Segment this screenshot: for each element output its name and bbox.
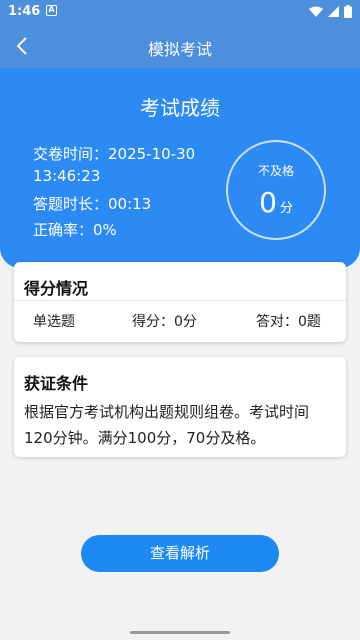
signal-icon — [328, 6, 339, 17]
result-header: 考试成绩 交卷时间：2025-10-30 13:46:23 答题时长：00:13… — [0, 68, 360, 268]
notification-icon: A — [46, 5, 57, 16]
score-summary-card: 得分情况 单选题 得分：0分 答对：0题 — [14, 262, 346, 342]
gesture-nav-handle[interactable] — [130, 631, 230, 634]
score-label: 得分：0分 — [132, 314, 197, 330]
certification-card: 获证条件 根据官方考试机构出题规则组卷。考试时间120分钟。满分100分，70分… — [14, 357, 346, 457]
score-number: 0 — [259, 186, 277, 219]
status-time: 1:46 — [8, 4, 41, 19]
submit-time-clock: 13:46:23 — [33, 167, 101, 185]
cert-card-title: 获证条件 — [24, 374, 89, 393]
answer-duration: 答题时长：00:13 — [33, 195, 152, 213]
correct-count: 答对：0题 — [256, 314, 321, 330]
app-bar: 模拟考试 — [0, 24, 360, 68]
accuracy-rate: 正确率：0% — [33, 221, 117, 239]
page-title: 模拟考试 — [147, 40, 212, 59]
wifi-icon — [309, 6, 323, 17]
score-unit: 分 — [279, 201, 293, 216]
score-card-title: 得分情况 — [24, 279, 89, 298]
status-icons — [309, 5, 352, 18]
battery-icon — [344, 5, 352, 18]
submit-time: 交卷时间：2025-10-30 — [33, 145, 196, 163]
cert-description: 根据官方考试机构出题规则组卷。考试时间120分钟。满分100分，70分及格。 — [24, 403, 310, 447]
divider — [14, 300, 346, 301]
pass-status: 不及格 — [257, 164, 294, 178]
score-display: 0分 — [228, 186, 324, 219]
result-title: 考试成绩 — [140, 96, 220, 120]
status-bar: 1:46 A — [0, 0, 360, 24]
score-ring: 不及格 0分 — [226, 140, 326, 240]
question-type: 单选题 — [33, 314, 75, 330]
view-analysis-button[interactable]: 查看解析 — [81, 535, 279, 572]
